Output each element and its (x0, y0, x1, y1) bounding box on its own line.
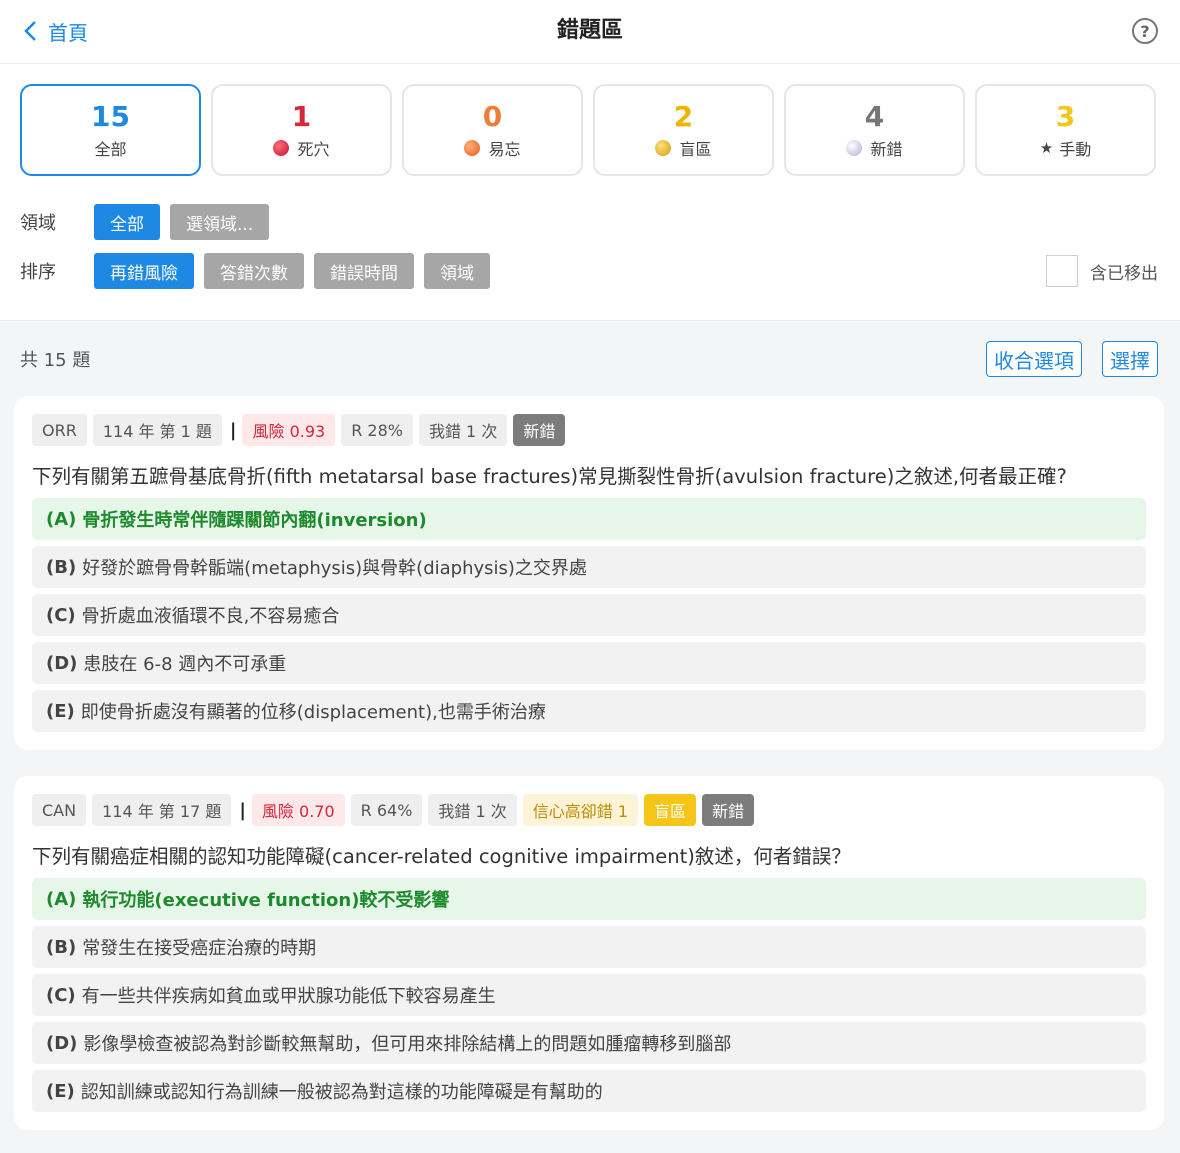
sort-row: 排序 再錯風險 答錯次數 錯誤時間 領域 (20, 253, 500, 289)
risk-tag: 風險 0.70 (251, 794, 345, 826)
include-removed-checkbox[interactable] (1046, 255, 1078, 287)
question-card[interactable]: ORR 114 年 第 1 題 | 風險 0.93 R 28% 我錯 1 次 新… (14, 396, 1164, 750)
option-d: (D) 患肢在 6-8 週內不可承重 (32, 642, 1146, 684)
yellow-dot-icon (655, 140, 672, 156)
stat-label: ★ 手動 (1039, 139, 1092, 159)
help-icon[interactable]: ? (1132, 18, 1158, 44)
stat-card-forgettable[interactable]: 0 易忘 (402, 84, 583, 176)
stat-count: 1 (291, 100, 312, 133)
option-c: (C) 有一些共伴疾病如貧血或甲狀腺功能低下較容易產生 (32, 974, 1146, 1016)
question-text: 下列有關癌症相關的認知功能障礙(cancer-related cognitive… (32, 845, 851, 868)
source-tag: 114 年 第 17 題 (92, 794, 232, 826)
retention-tag: R 64% (350, 794, 423, 826)
stat-count: 15 (91, 100, 130, 133)
domain-select-chip[interactable]: 選領域... (170, 204, 270, 240)
question-count: 共 15 題 (20, 350, 91, 371)
star-icon: ★ (1039, 139, 1054, 157)
option-b: (B) 常發生在接受癌症治療的時期 (32, 926, 1146, 968)
domain-tag: CAN (32, 794, 87, 826)
stat-count: 0 (482, 100, 503, 133)
option-e: (E) 即使骨折處沒有顯著的位移(displacement),也需手術治療 (32, 690, 1146, 732)
retention-tag: R 28% (341, 414, 413, 446)
stats-row: 15 全部 1 死穴 0 易忘 2 盲區 4 新錯 3 ★ 手動 (20, 84, 1156, 176)
new-error-badge: 新錯 (702, 794, 755, 826)
domain-filter-row: 領域 全部 選領域... (20, 204, 279, 240)
tag-separator: | (239, 799, 246, 821)
stat-label: 全部 (94, 140, 127, 159)
stat-card-deadly[interactable]: 1 死穴 (211, 84, 392, 176)
filter-panel: 15 全部 1 死穴 0 易忘 2 盲區 4 新錯 3 ★ 手動 領域 全部 選領… (0, 64, 1180, 321)
stat-count: 4 (864, 100, 885, 133)
app-header: 首頁 錯題區 ? (0, 0, 1180, 64)
wrong-count-tag: 我錯 1 次 (428, 794, 517, 826)
tag-row: ORR 114 年 第 1 題 | 風險 0.93 R 28% 我錯 1 次 新… (32, 414, 1146, 446)
option-b: (B) 好發於蹠骨骨幹骺端(metaphysis)與骨幹(diaphysis)之交… (32, 546, 1146, 588)
option-d: (D) 影像學檢查被認為對診斷較無幫助，但可用來排除結構上的問題如腫瘤轉移到腦部 (32, 1022, 1146, 1064)
new-error-badge: 新錯 (513, 414, 566, 446)
tag-separator: | (229, 419, 237, 441)
sort-domain-chip[interactable]: 領域 (424, 253, 490, 289)
stat-label: 死穴 (273, 136, 330, 160)
page-title: 錯題區 (556, 18, 623, 43)
stat-label: 新錯 (846, 136, 903, 160)
domain-label: 領域 (20, 213, 56, 234)
stat-label: 易忘 (464, 136, 521, 160)
tag-row: CAN 114 年 第 17 題 | 風險 0.70 R 64% 我錯 1 次 … (32, 794, 1146, 826)
include-removed-label: 含已移出 (1090, 263, 1158, 284)
sort-error-time-chip[interactable]: 錯誤時間 (314, 253, 414, 289)
collapse-options-button[interactable]: 收合選項 (986, 341, 1082, 377)
select-button[interactable]: 選擇 (1102, 341, 1158, 377)
question-text: 下列有關第五蹠骨基底骨折(fifth metatarsal base fract… (32, 465, 1067, 488)
domain-tag: ORR (32, 414, 87, 446)
sort-wrong-count-chip[interactable]: 答錯次數 (204, 253, 304, 289)
stat-count: 3 (1055, 100, 1076, 133)
stat-card-all[interactable]: 15 全部 (20, 84, 201, 176)
option-c: (C) 骨折處血液循環不良,不容易癒合 (32, 594, 1146, 636)
stat-card-manual[interactable]: 3 ★ 手動 (975, 84, 1156, 176)
option-a: (A) 骨折發生時常伴隨踝關節內翻(inversion) (32, 498, 1146, 540)
red-dot-icon (273, 140, 290, 156)
orange-dot-icon (464, 140, 481, 156)
domain-all-chip[interactable]: 全部 (94, 204, 160, 240)
include-removed-toggle[interactable]: 含已移出 (1046, 255, 1158, 287)
source-tag: 114 年 第 1 題 (92, 414, 222, 446)
blindspot-badge: 盲區 (644, 794, 697, 826)
sort-label: 排序 (20, 262, 56, 283)
confident-wrong-tag: 信心高卻錯 1 (522, 794, 639, 826)
option-a: (A) 執行功能(executive function)較不受影響 (32, 878, 1146, 920)
option-e: (E) 認知訓練或認知行為訓練一般被認為對這樣的功能障礙是有幫助的 (32, 1070, 1146, 1112)
risk-tag: 風險 0.93 (242, 414, 336, 446)
list-toolbar: 共 15 題 收合選項 選擇 (20, 341, 1158, 377)
wrong-count-tag: 我錯 1 次 (418, 414, 508, 446)
purple-dot-icon (846, 140, 863, 156)
question-card[interactable]: CAN 114 年 第 17 題 | 風險 0.70 R 64% 我錯 1 次 … (14, 776, 1164, 1130)
stat-card-blindspot[interactable]: 2 盲區 (593, 84, 774, 176)
sort-risk-chip[interactable]: 再錯風險 (94, 253, 194, 289)
stat-count: 2 (673, 100, 694, 133)
stat-label: 盲區 (655, 136, 712, 160)
stat-card-new[interactable]: 4 新錯 (784, 84, 965, 176)
